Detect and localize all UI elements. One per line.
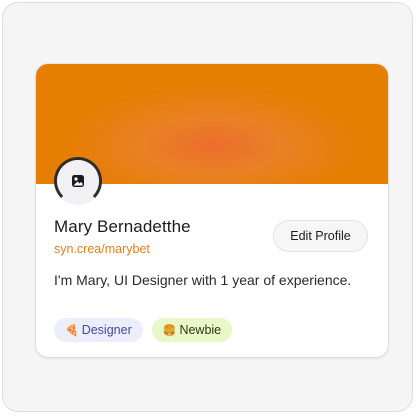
tag-list: 🍕 Designer 🍔 Newbie xyxy=(54,318,233,342)
profile-card: Mary Bernadetthe syn.crea/marybet Edit P… xyxy=(36,64,388,357)
avatar[interactable] xyxy=(54,157,102,205)
profile-name: Mary Bernadetthe xyxy=(54,217,191,236)
edit-profile-button[interactable]: Edit Profile xyxy=(273,220,368,252)
tag-designer[interactable]: 🍕 Designer xyxy=(54,318,143,342)
image-placeholder-icon xyxy=(72,175,84,187)
tag-label: Newbie xyxy=(179,323,222,337)
tag-label: Designer xyxy=(81,323,132,337)
profile-handle-link[interactable]: syn.crea/marybet xyxy=(54,242,150,256)
outer-frame: Mary Bernadetthe syn.crea/marybet Edit P… xyxy=(2,2,413,412)
burger-icon: 🍔 xyxy=(162,323,177,337)
tag-newbie[interactable]: 🍔 Newbie xyxy=(151,318,233,342)
pizza-icon: 🍕 xyxy=(65,323,79,337)
profile-bio: I'm Mary, UI Designer with 1 year of exp… xyxy=(54,272,352,288)
